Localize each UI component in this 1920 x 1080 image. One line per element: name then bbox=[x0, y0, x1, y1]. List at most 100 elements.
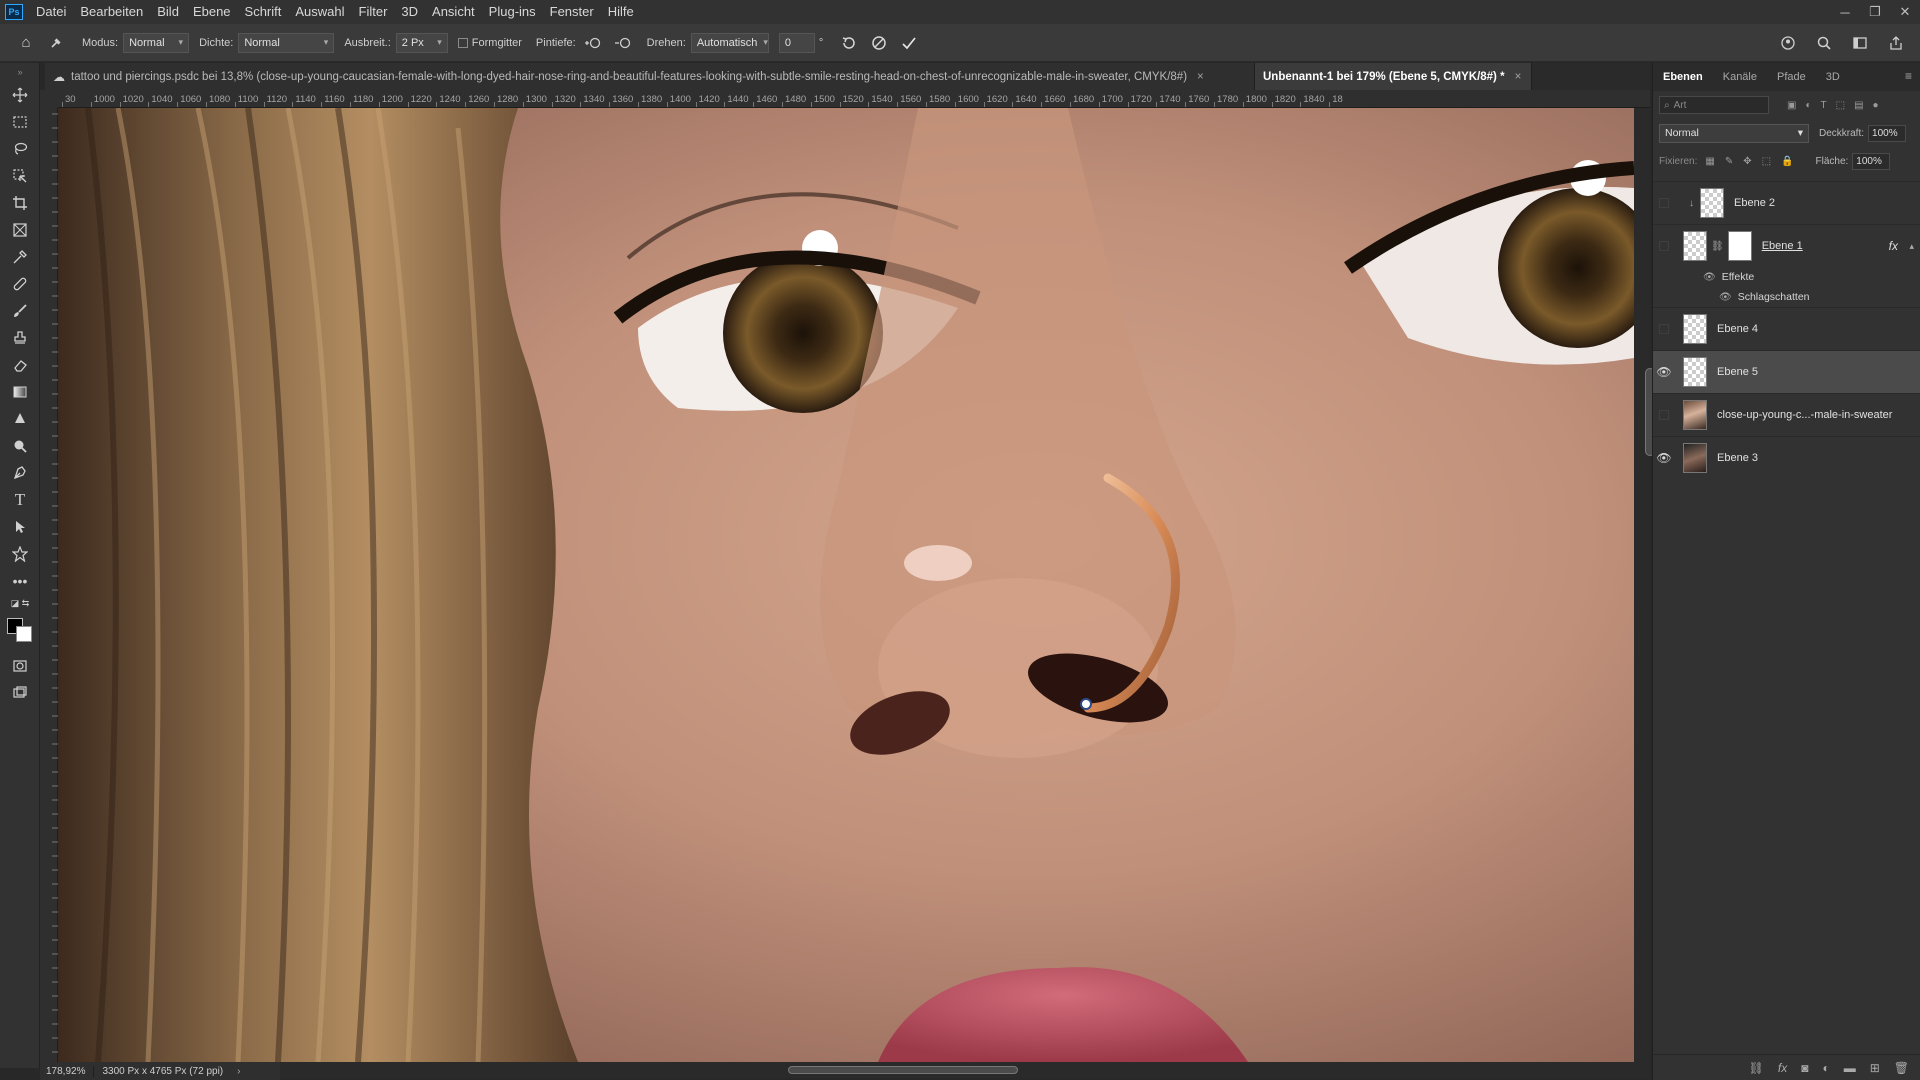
close-icon[interactable]: ✕ bbox=[1890, 0, 1920, 24]
layer-filter-input[interactable]: ⌕ Art bbox=[1659, 96, 1769, 114]
ausbreitung-select[interactable]: 2 Px ▾ bbox=[395, 32, 448, 53]
layer-ebene-2[interactable]: ↓ Ebene 2 bbox=[1653, 181, 1920, 224]
lock-pixels-icon[interactable]: ✎ bbox=[1725, 156, 1733, 167]
layer-name[interactable]: Ebene 5 bbox=[1717, 366, 1758, 378]
eye-icon[interactable]: 👁 bbox=[1653, 351, 1675, 394]
menu-plugins[interactable]: Plug-ins bbox=[482, 0, 543, 24]
formgitter-checkbox[interactable] bbox=[457, 37, 468, 48]
background-color-swatch[interactable] bbox=[16, 626, 32, 642]
minimize-icon[interactable]: ─ bbox=[1830, 0, 1860, 24]
healing-brush-tool-icon[interactable] bbox=[0, 270, 40, 297]
effects-row[interactable]: 👁 Effekte bbox=[1653, 267, 1920, 287]
visibility-toggle[interactable] bbox=[1653, 182, 1675, 225]
lock-transparency-icon[interactable]: ▦ bbox=[1705, 156, 1714, 167]
document-info[interactable]: 3300 Px x 4765 Px (72 ppi) bbox=[94, 1066, 231, 1077]
layer-name[interactable]: Ebene 4 bbox=[1717, 323, 1758, 335]
object-selection-tool-icon[interactable] bbox=[0, 162, 40, 189]
reset-icon[interactable] bbox=[837, 31, 861, 55]
menu-fenster[interactable]: Fenster bbox=[543, 0, 601, 24]
layer-ebene-1[interactable]: ⛓ Ebene 1 fx ▴ bbox=[1653, 224, 1920, 267]
eye-icon[interactable]: 👁 bbox=[1653, 437, 1675, 480]
layer-close-up-photo[interactable]: close-up-young-c...-male-in-sweater bbox=[1653, 393, 1920, 436]
blur-tool-icon[interactable] bbox=[0, 405, 40, 432]
pin-depth-up-icon[interactable] bbox=[581, 31, 605, 55]
crop-tool-icon[interactable] bbox=[0, 189, 40, 216]
menu-ebene[interactable]: Ebene bbox=[186, 0, 238, 24]
workspace-icon[interactable] bbox=[1848, 31, 1872, 55]
marquee-tool-icon[interactable] bbox=[0, 108, 40, 135]
search-icon[interactable] bbox=[1812, 31, 1836, 55]
type-tool-icon[interactable]: T bbox=[0, 486, 40, 513]
menu-3d[interactable]: 3D bbox=[394, 0, 425, 24]
layer-mask-thumbnail[interactable] bbox=[1727, 231, 1752, 261]
modus-select[interactable]: Normal ▾ bbox=[123, 32, 190, 53]
tab-kanaele[interactable]: Kanäle bbox=[1713, 71, 1767, 91]
lasso-tool-icon[interactable] bbox=[0, 135, 40, 162]
shape-tool-icon[interactable] bbox=[0, 540, 40, 567]
vertical-scrollbar[interactable] bbox=[1634, 108, 1655, 1062]
lock-artboard-icon[interactable]: ⬚ bbox=[1762, 156, 1771, 167]
screen-mode-icon[interactable] bbox=[0, 679, 40, 706]
default-colors-icon[interactable]: ◪ ⇆ bbox=[0, 594, 40, 612]
delete-layer-icon[interactable]: 🗑 bbox=[1894, 1061, 1909, 1075]
eye-icon[interactable]: 👁 bbox=[1703, 272, 1716, 283]
gradient-tool-icon[interactable] bbox=[0, 378, 40, 405]
link-layers-icon[interactable]: ⛓ bbox=[1749, 1061, 1764, 1075]
new-group-icon[interactable]: ▬ bbox=[1844, 1061, 1856, 1075]
lock-all-icon[interactable]: 🔒 bbox=[1781, 156, 1793, 167]
visibility-toggle[interactable] bbox=[1653, 225, 1675, 268]
quick-mask-icon[interactable] bbox=[0, 652, 40, 679]
drop-shadow-row[interactable]: 👁 Schlagschatten bbox=[1653, 287, 1920, 307]
layer-name[interactable]: Ebene 2 bbox=[1734, 197, 1775, 209]
adjustment-layer-icon[interactable]: ◐ bbox=[1822, 1061, 1829, 1075]
cancel-icon[interactable] bbox=[867, 31, 891, 55]
menu-schrift[interactable]: Schrift bbox=[238, 0, 289, 24]
tab-ebenen[interactable]: Ebenen bbox=[1653, 71, 1713, 91]
close-icon[interactable]: × bbox=[1197, 71, 1204, 83]
more-tools-icon[interactable]: ••• bbox=[0, 567, 40, 594]
lock-position-icon[interactable]: ✥ bbox=[1743, 156, 1751, 167]
tab-3d[interactable]: 3D bbox=[1816, 71, 1850, 91]
layer-name[interactable]: Ebene 3 bbox=[1717, 452, 1758, 464]
collapse-toolbar-icon[interactable]: » bbox=[0, 63, 40, 81]
new-layer-icon[interactable]: ⊞ bbox=[1870, 1061, 1880, 1075]
drehen-select[interactable]: Automatisch ▾ bbox=[690, 32, 769, 53]
angle-input[interactable]: 0 bbox=[778, 32, 815, 53]
layer-name[interactable]: close-up-young-c...-male-in-sweater bbox=[1717, 409, 1892, 421]
menu-filter[interactable]: Filter bbox=[352, 0, 395, 24]
dichte-select[interactable]: Normal ▾ bbox=[238, 32, 335, 53]
filter-smart-object-icon[interactable]: ▤ bbox=[1854, 100, 1863, 111]
restore-icon[interactable]: ❐ bbox=[1860, 0, 1890, 24]
fx-icon[interactable]: fx bbox=[1889, 239, 1898, 253]
chevron-right-icon[interactable]: › bbox=[237, 1066, 240, 1077]
zoom-level[interactable]: 178,92% bbox=[40, 1065, 95, 1077]
eye-icon[interactable]: 👁 bbox=[1719, 292, 1732, 303]
panel-menu-icon[interactable]: ≡ bbox=[1897, 69, 1920, 91]
visibility-toggle[interactable] bbox=[1653, 308, 1675, 351]
layer-ebene-5[interactable]: 👁 Ebene 5 bbox=[1653, 350, 1920, 393]
menu-hilfe[interactable]: Hilfe bbox=[601, 0, 641, 24]
chevron-up-icon[interactable]: ▴ bbox=[1909, 241, 1914, 252]
scrollbar-thumb[interactable] bbox=[788, 1066, 1018, 1074]
home-icon[interactable]: ⌂ bbox=[14, 31, 38, 55]
brush-tool-icon[interactable] bbox=[0, 297, 40, 324]
tab-tattoo-document[interactable]: ☁ tattoo und piercings.psdc bei 13,8% (c… bbox=[45, 63, 1255, 90]
color-swatches[interactable] bbox=[0, 612, 40, 652]
puppet-warp-tool-icon[interactable] bbox=[44, 31, 68, 55]
filter-shape-icon[interactable]: ⬚ bbox=[1836, 100, 1845, 111]
dodge-tool-icon[interactable] bbox=[0, 432, 40, 459]
eyedropper-tool-icon[interactable] bbox=[0, 243, 40, 270]
tab-unbenannt-1[interactable]: Unbenannt-1 bei 179% (Ebene 5, CMYK/8#) … bbox=[1255, 63, 1533, 90]
menu-bild[interactable]: Bild bbox=[150, 0, 186, 24]
frame-tool-icon[interactable] bbox=[0, 216, 40, 243]
commit-check-icon[interactable] bbox=[897, 31, 921, 55]
close-icon[interactable]: × bbox=[1515, 71, 1522, 83]
add-mask-icon[interactable]: ◙ bbox=[1801, 1061, 1808, 1075]
share-icon[interactable] bbox=[1884, 31, 1908, 55]
horizontal-scrollbar[interactable] bbox=[280, 1062, 1650, 1078]
eraser-tool-icon[interactable] bbox=[0, 351, 40, 378]
pin-depth-down-icon[interactable] bbox=[611, 31, 635, 55]
filter-adjustment-icon[interactable]: ◐ bbox=[1805, 100, 1811, 111]
clone-stamp-tool-icon[interactable] bbox=[0, 324, 40, 351]
layer-ebene-4[interactable]: Ebene 4 bbox=[1653, 307, 1920, 350]
